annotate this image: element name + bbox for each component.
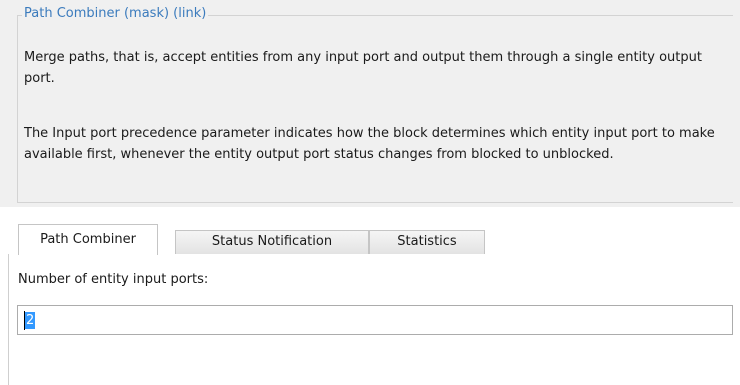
tab-path-combiner[interactable]: Path Combiner bbox=[18, 224, 158, 255]
description-paragraph-2: The Input port precedence parameter indi… bbox=[24, 126, 715, 162]
tab-strip: Path Combiner Status Notification Statis… bbox=[10, 224, 740, 255]
tab-status-notification[interactable]: Status Notification bbox=[175, 230, 369, 254]
description-paragraph-1: Merge paths, that is, accept entities fr… bbox=[24, 50, 702, 86]
group-legend: Path Combiner (mask) (link) bbox=[22, 5, 209, 23]
ports-label: Number of entity input ports: bbox=[18, 272, 209, 287]
ports-value[interactable]: 2 bbox=[25, 312, 36, 329]
ports-input[interactable]: 2 bbox=[17, 305, 733, 335]
mask-group-box bbox=[17, 15, 733, 203]
tab-statistics[interactable]: Statistics bbox=[369, 230, 485, 254]
